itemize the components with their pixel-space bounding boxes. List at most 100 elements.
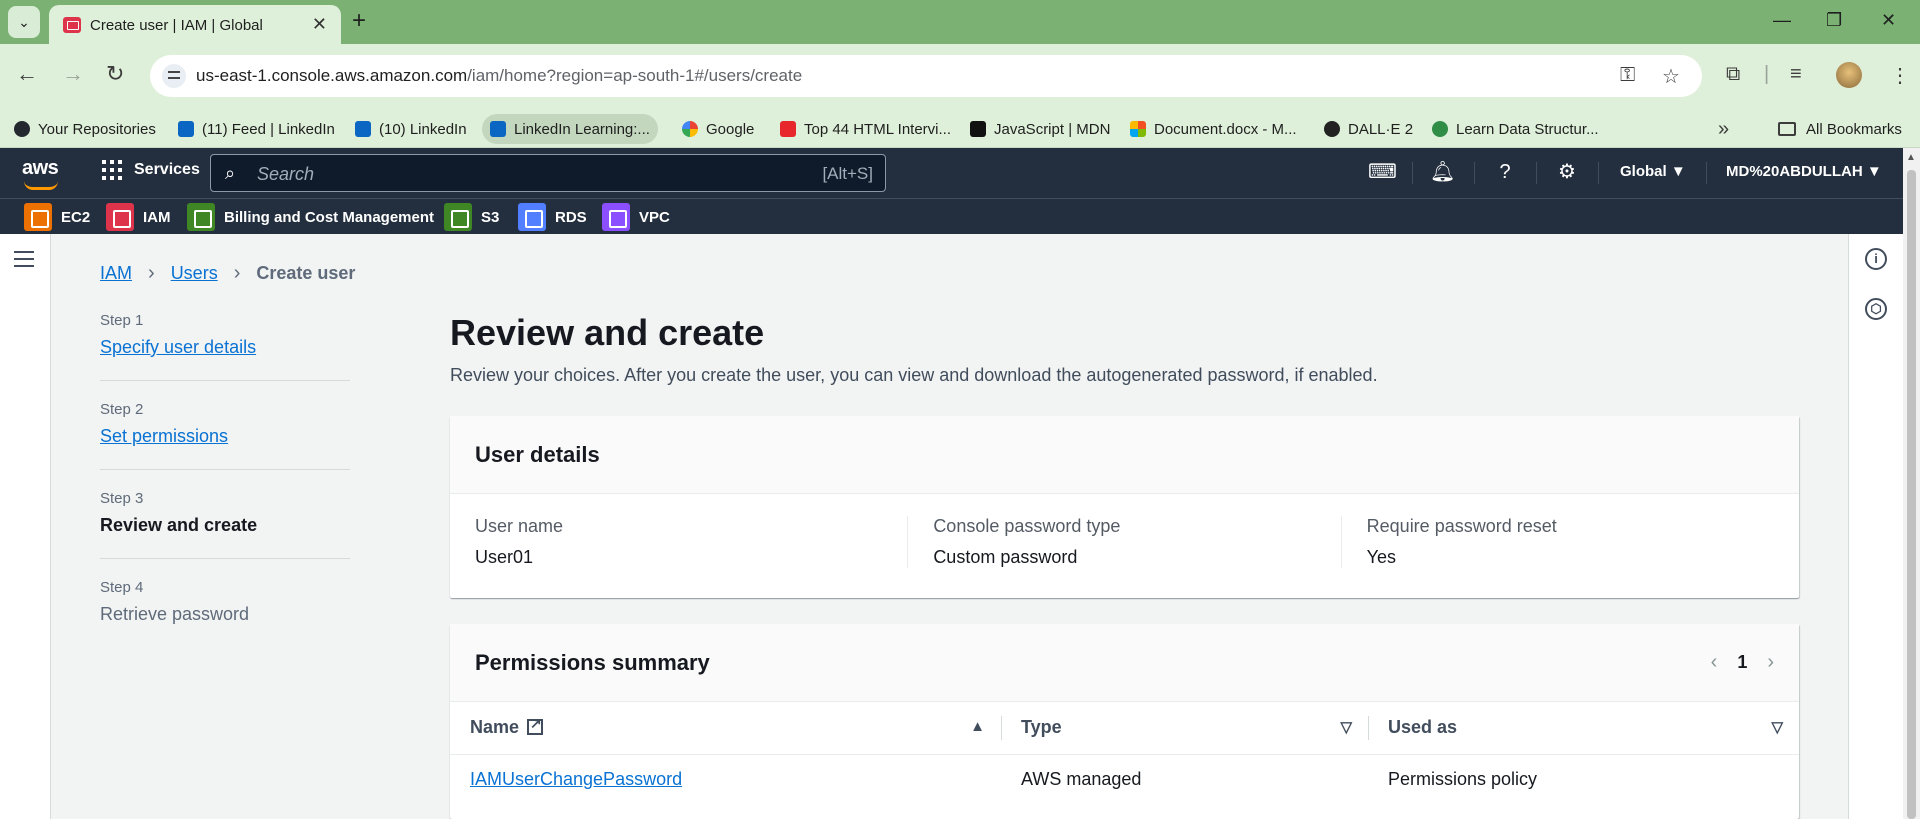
sort-descending-icon[interactable]: ▽ <box>1340 718 1352 736</box>
page-title: Review and create <box>450 312 765 353</box>
media-controls-icon[interactable]: ≡ <box>1790 63 1802 86</box>
page-scrollbar[interactable] <box>1903 148 1920 819</box>
restore-icon[interactable]: ❐ <box>1826 10 1842 31</box>
extensions-icon[interactable]: ⧉ <box>1726 63 1740 86</box>
wizard-step: Step 2 Set permissions <box>100 401 350 470</box>
favorite-iam[interactable]: IAM <box>106 203 171 231</box>
favorites-bar: EC2 IAM Billing and Cost Management S3 R… <box>0 198 1903 234</box>
bookmark-label: Google <box>706 120 755 138</box>
more-bookmarks-icon[interactable]: » <box>1718 118 1729 141</box>
favorite-s3[interactable]: S3 <box>444 203 499 231</box>
step-review-and-create-current: Review and create <box>100 515 258 535</box>
bookmark-item[interactable]: (11) Feed | LinkedIn <box>170 114 343 144</box>
favorite-ec2[interactable]: EC2 <box>24 203 90 231</box>
bookmark-item[interactable]: Learn Data Structur... <box>1424 114 1607 144</box>
favorite-rds[interactable]: RDS <box>518 203 587 231</box>
close-tab-icon[interactable]: ✕ <box>312 14 327 34</box>
favorite-label: EC2 <box>61 208 91 226</box>
all-bookmarks-button[interactable]: All Bookmarks <box>1778 114 1902 144</box>
info-icon[interactable]: i <box>1865 248 1887 270</box>
url-path: /iam/home?region=ap-south-1#/users/creat… <box>467 66 803 85</box>
tab-title: Create user | IAM | Global <box>90 17 263 34</box>
bookmark-label: Top 44 HTML Intervi... <box>804 120 951 138</box>
menu-hamburger-icon[interactable] <box>14 251 34 267</box>
region-selector[interactable]: Global ▼ <box>1620 163 1686 180</box>
pagination: ‹ 1 › <box>1711 651 1774 674</box>
column-header-used-as[interactable]: Used as ▽ <box>1368 702 1799 755</box>
search-input[interactable]: ⌕ Search [Alt+S] <box>210 154 886 192</box>
bookmark-star-icon[interactable]: ☆ <box>1662 64 1680 89</box>
notifications-bell-icon[interactable]: 🔔︎ <box>1430 160 1455 184</box>
browser-toolbar: ← → ↻ us-east-1.console.aws.amazon.com/i… <box>0 44 1920 108</box>
reload-button[interactable]: ↻ <box>106 62 124 86</box>
step-number: Step 3 <box>100 490 144 507</box>
iam-icon <box>106 203 134 231</box>
services-menu-button[interactable]: Services <box>102 160 200 180</box>
breadcrumb-current: Create user <box>256 263 356 283</box>
site-info-icon[interactable] <box>162 64 186 88</box>
breadcrumb-iam-link[interactable]: IAM <box>100 263 132 284</box>
new-tab-button[interactable]: + <box>352 9 366 33</box>
step-set-permissions-link[interactable]: Set permissions <box>100 426 228 446</box>
aws-logo[interactable]: aws <box>22 157 59 190</box>
chevron-right-icon: › <box>148 262 155 284</box>
chrome-menu-icon[interactable]: ⋮ <box>1890 63 1910 88</box>
profile-avatar[interactable] <box>1836 62 1862 88</box>
favorite-vpc[interactable]: VPC <box>602 203 670 231</box>
next-page-icon[interactable]: › <box>1767 651 1774 674</box>
policy-link[interactable]: IAMUserChangePassword <box>470 769 682 789</box>
step-number: Step 1 <box>100 312 144 329</box>
column-header-type[interactable]: Type ▽ <box>1001 702 1368 755</box>
google-icon <box>682 121 698 137</box>
favorite-billing[interactable]: Billing and Cost Management <box>187 203 434 231</box>
browser-tab-strip: ⌄ Create user | IAM | Global ✕ + — ❐ ✕ <box>0 0 1920 44</box>
bookmark-label: Your Repositories <box>38 120 156 138</box>
toptal-icon <box>780 121 796 137</box>
address-bar[interactable]: us-east-1.console.aws.amazon.com/iam/hom… <box>150 55 1702 97</box>
bookmark-label: (11) Feed | LinkedIn <box>202 120 335 138</box>
step-specify-user-details-link[interactable]: Specify user details <box>100 337 256 357</box>
bookmark-item[interactable]: Your Repositories <box>6 114 164 144</box>
search-placeholder: Search <box>257 164 315 184</box>
bookmark-item[interactable]: Top 44 HTML Intervi... <box>772 114 959 144</box>
column-header-name[interactable]: Name ▲ <box>450 702 1001 755</box>
password-key-icon[interactable]: ⚿ <box>1620 64 1635 87</box>
linkedin-learning-icon <box>490 121 506 137</box>
github-icon <box>14 121 30 137</box>
tab-search-button[interactable]: ⌄ <box>8 6 40 38</box>
help-icon[interactable]: ? <box>1493 160 1517 184</box>
browser-tab-active[interactable]: Create user | IAM | Global ✕ <box>49 5 341 44</box>
header-divider <box>1706 162 1707 184</box>
bookmark-label: DALL·E 2 <box>1348 120 1414 138</box>
user-details-fields: User name User01 Console password type C… <box>450 494 1799 568</box>
favorite-label: IAM <box>143 208 171 226</box>
bookmark-item[interactable]: LinkedIn Learning:... <box>482 114 658 144</box>
back-button[interactable]: ← <box>16 62 38 86</box>
bookmark-item[interactable]: DALL·E 2 <box>1316 114 1421 144</box>
wizard-step: Step 4 Retrieve password <box>100 579 350 647</box>
sort-ascending-icon[interactable]: ▲ <box>970 718 985 735</box>
scroll-up-arrow-icon[interactable]: ▲ <box>1906 152 1916 163</box>
vpc-icon <box>602 203 630 231</box>
column-divider <box>1001 716 1002 740</box>
settings-gear-icon[interactable]: ⚙ <box>1555 160 1579 184</box>
forward-button[interactable]: → <box>62 62 84 86</box>
search-icon: ⌕ <box>225 163 236 183</box>
ec2-icon <box>24 203 52 231</box>
minimize-icon[interactable]: — <box>1773 10 1791 31</box>
hexagon-settings-icon[interactable]: ⬡ <box>1865 298 1887 320</box>
current-page-number[interactable]: 1 <box>1737 652 1747 673</box>
bookmark-item[interactable]: JavaScript | MDN <box>962 114 1118 144</box>
previous-page-icon[interactable]: ‹ <box>1711 651 1718 674</box>
cloudshell-icon[interactable]: ⌨ <box>1368 160 1397 184</box>
close-window-icon[interactable]: ✕ <box>1881 10 1896 31</box>
bookmark-item[interactable]: (10) LinkedIn <box>347 114 475 144</box>
bookmark-item[interactable]: Document.docx - M... <box>1122 114 1305 144</box>
account-menu[interactable]: MD%20ABDULLAH ▼ <box>1726 163 1882 180</box>
step-number: Step 4 <box>100 579 144 596</box>
breadcrumb-users-link[interactable]: Users <box>171 263 218 284</box>
bookmark-item[interactable]: Google <box>674 114 762 144</box>
header-divider <box>1536 162 1537 184</box>
sort-descending-icon[interactable]: ▽ <box>1771 718 1783 736</box>
field-user-name: User name User01 <box>475 516 907 568</box>
